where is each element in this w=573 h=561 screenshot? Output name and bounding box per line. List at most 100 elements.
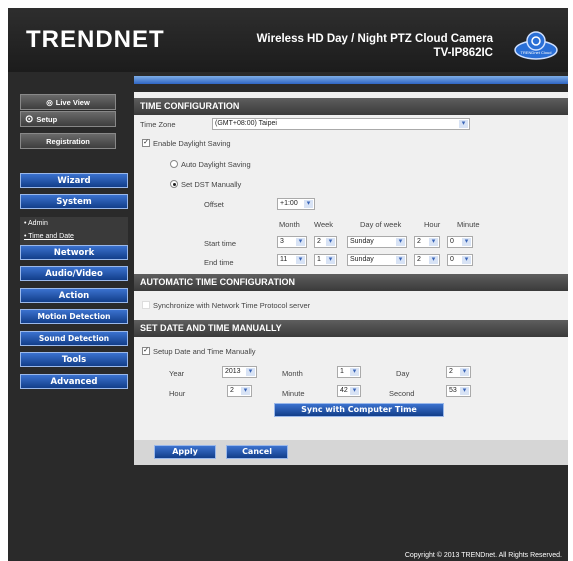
- setup-label: Setup: [36, 114, 58, 124]
- end-minute-select[interactable]: 0 ▾: [447, 254, 473, 266]
- chevron-down-icon: ▾: [396, 238, 405, 246]
- offset-value: +1:00: [280, 200, 298, 207]
- col-week: Week: [314, 220, 334, 229]
- chevron-down-icon: ▾: [429, 238, 438, 246]
- nav-tools[interactable]: Tools: [20, 352, 128, 367]
- chevron-down-icon: ▾: [296, 256, 305, 264]
- month-select[interactable]: 1 ▾: [337, 366, 361, 378]
- chevron-down-icon: ▾: [304, 200, 313, 208]
- registration-label: Registration: [46, 136, 90, 146]
- start-minute-select[interactable]: 0 ▾: [447, 236, 473, 248]
- nav-system[interactable]: System: [20, 194, 128, 209]
- nav-network[interactable]: Network: [20, 245, 128, 260]
- end-minute-value: 0: [450, 256, 454, 263]
- chevron-down-icon: ▾: [326, 256, 335, 264]
- product-name: Wireless HD Day / Night PTZ Cloud Camera: [256, 33, 493, 45]
- nav-advanced[interactable]: Advanced: [20, 374, 128, 389]
- start-hour-select[interactable]: 2 ▾: [414, 236, 440, 248]
- sync-computer-time-button[interactable]: Sync with Computer Time: [274, 403, 444, 417]
- chevron-down-icon: ▾: [326, 238, 335, 246]
- copyright-text: Copyright © 2013 TRENDnet. All Rights Re…: [404, 552, 562, 559]
- hour-select[interactable]: 2 ▾: [227, 385, 252, 397]
- daylight-saving-checkbox[interactable]: ✓: [142, 139, 150, 147]
- day-select[interactable]: 2 ▾: [446, 366, 471, 378]
- ntp-checkbox[interactable]: [142, 301, 150, 309]
- day-label: Day: [396, 369, 410, 378]
- end-day-value: Sunday: [350, 256, 374, 263]
- time-zone-label: Time Zone: [140, 120, 176, 129]
- end-time-label: End time: [204, 258, 234, 267]
- end-month-value: 11: [280, 256, 288, 263]
- start-week-select[interactable]: 2 ▾: [314, 236, 337, 248]
- live-view-button[interactable]: ◎ Live View: [20, 94, 116, 110]
- chevron-down-icon: ▾: [396, 256, 405, 264]
- end-hour-value: 2: [417, 256, 421, 263]
- end-month-select[interactable]: 11 ▾: [277, 254, 307, 266]
- setup-icon: ⊙: [25, 113, 34, 125]
- start-day-select[interactable]: Sunday ▾: [347, 236, 407, 248]
- chevron-down-icon: ▾: [459, 120, 468, 128]
- registration-button[interactable]: Registration: [20, 133, 116, 149]
- app-frame: TRENDNET Wireless HD Day / Night PTZ Clo…: [8, 8, 568, 561]
- end-hour-select[interactable]: 2 ▾: [414, 254, 440, 266]
- button-bar: Apply Cancel: [134, 440, 568, 465]
- live-view-label: Live View: [55, 97, 90, 107]
- col-hour: Hour: [424, 220, 441, 229]
- chevron-down-icon: ▾: [350, 387, 359, 395]
- minute-value: 42: [340, 387, 348, 394]
- time-config-header: TIME CONFIGURATION: [134, 98, 568, 115]
- offset-label: Offset: [204, 200, 224, 209]
- ntp-label: Synchronize with Network Time Protocol s…: [153, 301, 311, 310]
- apply-button[interactable]: Apply: [154, 445, 216, 459]
- cancel-button[interactable]: Cancel: [226, 445, 288, 459]
- start-month-value: 3: [280, 238, 284, 245]
- manual-dst-radio[interactable]: [170, 180, 178, 188]
- product-model: TV-IP862IC: [433, 47, 493, 59]
- nav-audio-video[interactable]: Audio/Video: [20, 266, 128, 281]
- month-value: 1: [340, 368, 344, 375]
- header: TRENDNET Wireless HD Day / Night PTZ Clo…: [8, 8, 568, 72]
- submenu-time-and-date[interactable]: • Time and Date: [20, 230, 128, 243]
- chevron-down-icon: ▾: [429, 256, 438, 264]
- offset-select[interactable]: +1:00 ▾: [277, 198, 315, 210]
- end-week-select[interactable]: 1 ▾: [314, 254, 337, 266]
- year-label: Year: [169, 369, 185, 378]
- year-select[interactable]: 2013 ▾: [222, 366, 257, 378]
- submenu-admin[interactable]: • Admin: [20, 217, 128, 230]
- main-panel: TIME CONFIGURATION Time Zone (GMT+08:00)…: [134, 92, 568, 465]
- time-zone-select[interactable]: (GMT+08:00) Taipei ▾: [212, 118, 470, 130]
- cloud-badge-label: TRENDnet Cloud: [521, 50, 552, 55]
- col-minute: Minute: [457, 220, 480, 229]
- nav-wizard[interactable]: Wizard: [20, 173, 128, 188]
- chevron-down-icon: ▾: [462, 238, 471, 246]
- minute-select[interactable]: 42 ▾: [337, 385, 361, 397]
- manual-time-checkbox[interactable]: ✓: [142, 347, 150, 355]
- nav-action[interactable]: Action: [20, 288, 128, 303]
- product-title: Wireless HD Day / Night PTZ Cloud Camera…: [257, 32, 493, 60]
- day-value: 2: [449, 368, 453, 375]
- end-day-select[interactable]: Sunday ▾: [347, 254, 407, 266]
- live-view-icon: ◎: [46, 97, 53, 107]
- auto-dst-radio[interactable]: [170, 160, 178, 168]
- header-accent-bar: [134, 76, 568, 84]
- hour-value: 2: [230, 387, 234, 394]
- start-day-value: Sunday: [350, 238, 374, 245]
- chevron-down-icon: ▾: [460, 387, 469, 395]
- start-time-label: Start time: [204, 239, 237, 248]
- second-select[interactable]: 53 ▾: [446, 385, 471, 397]
- time-zone-value: (GMT+08:00) Taipei: [215, 120, 277, 127]
- chevron-down-icon: ▾: [462, 256, 471, 264]
- start-month-select[interactable]: 3 ▾: [277, 236, 307, 248]
- auto-dst-label: Auto Daylight Saving: [181, 160, 251, 169]
- nav-motion-detection[interactable]: Motion Detection: [20, 309, 128, 324]
- minute-label: Minute: [282, 389, 305, 398]
- hour-label: Hour: [169, 389, 186, 398]
- manual-dst-label: Set DST Manually: [181, 180, 242, 189]
- daylight-saving-label: Enable Daylight Saving: [153, 139, 231, 148]
- chevron-down-icon: ▾: [246, 368, 255, 376]
- chevron-down-icon: ▾: [241, 387, 250, 395]
- chevron-down-icon: ▾: [296, 238, 305, 246]
- nav-sound-detection[interactable]: Sound Detection: [20, 331, 128, 346]
- col-day-of-week: Day of week: [360, 220, 402, 229]
- setup-button[interactable]: ⊙ Setup: [20, 111, 116, 127]
